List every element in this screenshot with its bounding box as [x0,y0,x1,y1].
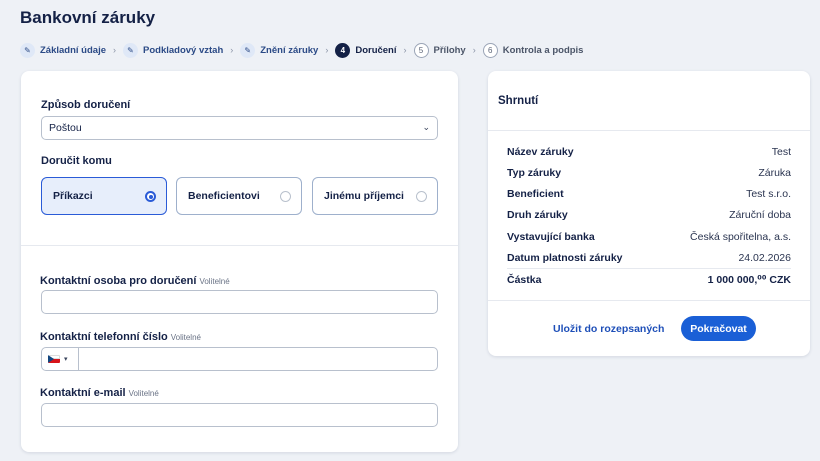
chevron-right-icon: › [403,45,407,55]
delivery-form-card: Způsob doručení Poštou ⌄ Doručit komu Př… [21,71,458,452]
radio-unchecked-icon [416,191,427,202]
country-code-select[interactable]: ▾ [42,348,79,370]
total-divider [507,268,791,269]
section-divider [21,245,458,246]
radio-unchecked-icon [280,191,291,202]
summary-key: Beneficient [507,188,564,200]
page-title: Bankovní záruky [20,8,156,27]
delivery-method-select[interactable]: Poštou ⌄ [41,116,438,140]
contact-person-input[interactable] [41,290,438,314]
contact-person-label-text: Kontaktní osoba pro doručení [40,275,197,287]
step-label: Základní údaje [40,44,106,56]
radio-checked-icon [145,191,156,202]
step-number: 6 [482,42,498,58]
summary-row: Typ záruky Záruka [507,167,791,181]
summary-row: Datum platnosti záruky 24.02.2026 [507,252,791,266]
chevron-right-icon: › [113,45,116,55]
phone-input[interactable]: ▾ [41,347,438,371]
step-zakladni-udaje[interactable]: ✎ Základní údaje [20,42,106,58]
step-label: Doručení [355,44,397,56]
summary-row: Vystavující banka Česká spořitelna, a.s. [507,231,791,245]
summary-key: Druh záruky [507,209,568,221]
step-doruceni: 4 Doručení [335,42,397,58]
recipient-option-jinemu-prijemci[interactable]: Jinému příjemci [312,177,438,215]
recipient-option-label: Příkazci [53,190,93,202]
step-zneni-zaruky[interactable]: ✎ Znění záruky [240,42,319,58]
step-label: Znění záruky [260,44,319,56]
phone-label-text: Kontaktní telefonní číslo [40,331,168,343]
summary-value: Česká spořitelna, a.s. [690,231,791,243]
step-podkladovy-vztah[interactable]: ✎ Podkladový vztah [123,42,224,58]
delivery-method-value: Poštou [49,122,82,134]
summary-divider [488,130,810,131]
email-input[interactable] [41,403,438,427]
recipient-option-beneficientovi[interactable]: Beneficientovi [176,177,302,215]
chevron-right-icon: › [325,45,329,55]
summary-row: Beneficient Test s.r.o. [507,188,791,202]
chevron-down-icon: ▾ [64,356,68,363]
contact-person-label: Kontaktní osoba pro doručení Volitelné [40,275,230,287]
stepper: ✎ Základní údaje › ✎ Podkladový vztah › … [20,42,583,58]
email-label: Kontaktní e-mail Volitelné [40,387,159,399]
step-label: Přílohy [433,44,466,56]
step-prilohy: 5 Přílohy [413,42,466,58]
email-label-text: Kontaktní e-mail [40,387,126,399]
step-kontrola-a-podpis: 6 Kontrola a podpis [482,42,584,58]
summary-total-key: Částka [507,274,542,286]
summary-total-row: Částka 1 000 000,⁰⁰ CZK [507,274,791,288]
optional-hint: Volitelné [199,277,230,286]
summary-card: Shrnutí Název záruky Test Typ záruky Zár… [488,71,810,356]
summary-value: Test [771,146,791,158]
pencil-icon: ✎ [123,42,138,58]
save-draft-button[interactable]: Uložit do rozepsaných [553,323,664,335]
recipient-option-label: Jinému příjemci [324,190,404,202]
pencil-icon: ✎ [240,42,256,58]
summary-key: Název záruky [507,146,574,158]
summary-key: Vystavující banka [507,231,595,243]
recipient-label: Doručit komu [41,155,112,167]
summary-value: Test s.r.o. [746,188,791,200]
recipient-option-prikazci[interactable]: Příkazci [41,177,167,215]
summary-value: 24.02.2026 [738,252,791,264]
chevron-down-icon: ⌄ [422,122,430,132]
step-label: Podkladový vztah [143,44,224,56]
step-label: Kontrola a podpis [502,44,584,56]
chevron-right-icon: › [472,45,476,55]
summary-total-value: 1 000 000,⁰⁰ CZK [707,274,791,286]
step-number: 4 [335,42,351,58]
phone-label: Kontaktní telefonní číslo Volitelné [40,331,201,343]
summary-value: Záruční doba [729,209,791,221]
summary-key: Typ záruky [507,167,562,179]
summary-key: Datum platnosti záruky [507,252,623,264]
chevron-right-icon: › [230,45,234,55]
summary-row: Název záruky Test [507,146,791,160]
delivery-method-label: Způsob doručení [41,99,131,111]
continue-button[interactable]: Pokračovat [681,316,756,341]
optional-hint: Volitelné [170,333,201,342]
summary-row: Druh záruky Záruční doba [507,209,791,223]
pencil-icon: ✎ [20,42,35,58]
optional-hint: Volitelné [128,389,159,398]
czech-flag-icon [48,355,60,363]
summary-value: Záruka [758,167,791,179]
summary-divider [488,300,810,301]
recipient-option-label: Beneficientovi [188,190,260,202]
summary-title: Shrnutí [498,95,539,107]
step-number: 5 [413,42,429,58]
